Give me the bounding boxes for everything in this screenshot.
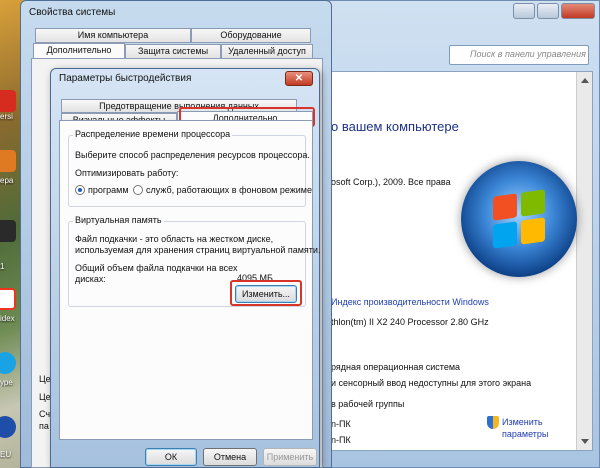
window-controls	[513, 3, 595, 19]
yandex-icon[interactable]	[0, 288, 16, 310]
processor-value: thlon(tm) II X2 240 Processor 2.80 GHz	[331, 317, 489, 327]
side-text: Це	[39, 374, 51, 384]
change-button-highlight	[230, 280, 302, 306]
vm-description-1: Файл подкачки - это область на жестком д…	[75, 234, 274, 244]
computer-name-value: n-ПК	[331, 419, 351, 429]
radio-programs-label: программ	[88, 185, 129, 195]
workgroup-section-title: в рабочей группы	[331, 399, 405, 409]
copyright-text: osoft Corp.), 2009. Все права	[331, 177, 451, 187]
skype-icon[interactable]	[0, 352, 16, 374]
desktop-icon-dark[interactable]	[0, 220, 16, 242]
close-button[interactable]: ✕	[285, 71, 313, 86]
optimize-label: Оптимизировать работу:	[75, 168, 179, 178]
apply-button[interactable]: Применить	[263, 448, 317, 466]
desktop-icon-label: уре	[0, 378, 13, 387]
close-button[interactable]	[561, 3, 595, 19]
control-panel-window: Поиск в панели управления о вашем компью…	[320, 0, 600, 468]
cpu-scheduling-group: Распределение времени процессора Выберит…	[68, 129, 312, 207]
cancel-button[interactable]: Отмена	[203, 448, 257, 466]
desktop-icon-label: EU	[0, 450, 12, 459]
window-title: Параметры быстродействия	[59, 73, 192, 84]
vm-description-2: используемая для хранения страниц виртуа…	[75, 245, 321, 255]
flag-green	[521, 189, 545, 217]
tab-hardware[interactable]: Оборудование	[191, 28, 311, 43]
desktop-icon-orange[interactable]	[0, 150, 16, 172]
scroll-up-icon[interactable]	[581, 78, 589, 83]
ok-button[interactable]: ОК	[145, 448, 197, 466]
window-title: Свойства системы	[29, 7, 116, 18]
vm-total-label-1: Общий объем файла подкачки на всех	[75, 263, 238, 273]
side-text: па	[39, 421, 49, 431]
desktop-icon-label: ера	[0, 176, 14, 185]
desktop-icon-label: ersi	[0, 112, 13, 121]
flag-red	[493, 193, 517, 221]
minimize-button[interactable]	[513, 3, 535, 19]
vm-total-label-2: дисках:	[75, 274, 106, 284]
scroll-down-icon[interactable]	[581, 439, 589, 444]
advanced-tab-panel: Распределение времени процессора Выберит…	[59, 120, 320, 440]
change-settings-link-2[interactable]: параметры	[502, 429, 548, 439]
pen-touch-value: и сенсорный ввод недоступны для этого эк…	[331, 378, 532, 388]
virtual-memory-group: Виртуальная память Файл подкачки - это о…	[68, 215, 320, 307]
side-text: Це	[39, 392, 51, 402]
change-settings-link[interactable]: Изменить	[502, 417, 543, 427]
os-type-value: рядная операционная система	[331, 362, 461, 372]
desktop-icon-label: 1	[0, 262, 5, 271]
side-text: Сч	[39, 409, 51, 419]
eu-icon[interactable]	[0, 416, 16, 438]
radio-programs[interactable]	[75, 185, 85, 195]
full-name-value: n-ПК	[331, 435, 351, 445]
tab-advanced[interactable]: Дополнительно	[33, 43, 125, 59]
windows-logo-icon	[461, 161, 577, 277]
page-heading: о вашем компьютере	[331, 119, 459, 134]
radio-services-label: служб, работающих в фоновом режиме	[146, 185, 313, 195]
scrollbar[interactable]	[576, 72, 592, 450]
search-input[interactable]: Поиск в панели управления	[449, 45, 589, 65]
cpu-group-title: Распределение времени процессора	[73, 129, 233, 139]
shield-icon	[487, 416, 499, 429]
tab-computer-name[interactable]: Имя компьютера	[35, 28, 191, 43]
maximize-button[interactable]	[537, 3, 559, 19]
flag-yellow	[521, 217, 545, 245]
radio-background-services[interactable]	[133, 185, 143, 195]
vm-group-title: Виртуальная память	[73, 215, 164, 225]
desktop-icon-label: іdex	[0, 314, 15, 323]
desktop-icon-red[interactable]	[0, 90, 16, 112]
perf-index-link[interactable]: Индекс производительности Windows	[331, 297, 489, 307]
flag-blue	[493, 221, 517, 249]
tab-remote[interactable]: Удаленный доступ	[221, 44, 313, 59]
performance-options-window: Параметры быстродействия ✕ Предотвращени…	[50, 68, 320, 468]
tab-system-protection[interactable]: Защита системы	[125, 44, 221, 59]
cpu-description: Выберите способ распределения ресурсов п…	[75, 150, 310, 160]
